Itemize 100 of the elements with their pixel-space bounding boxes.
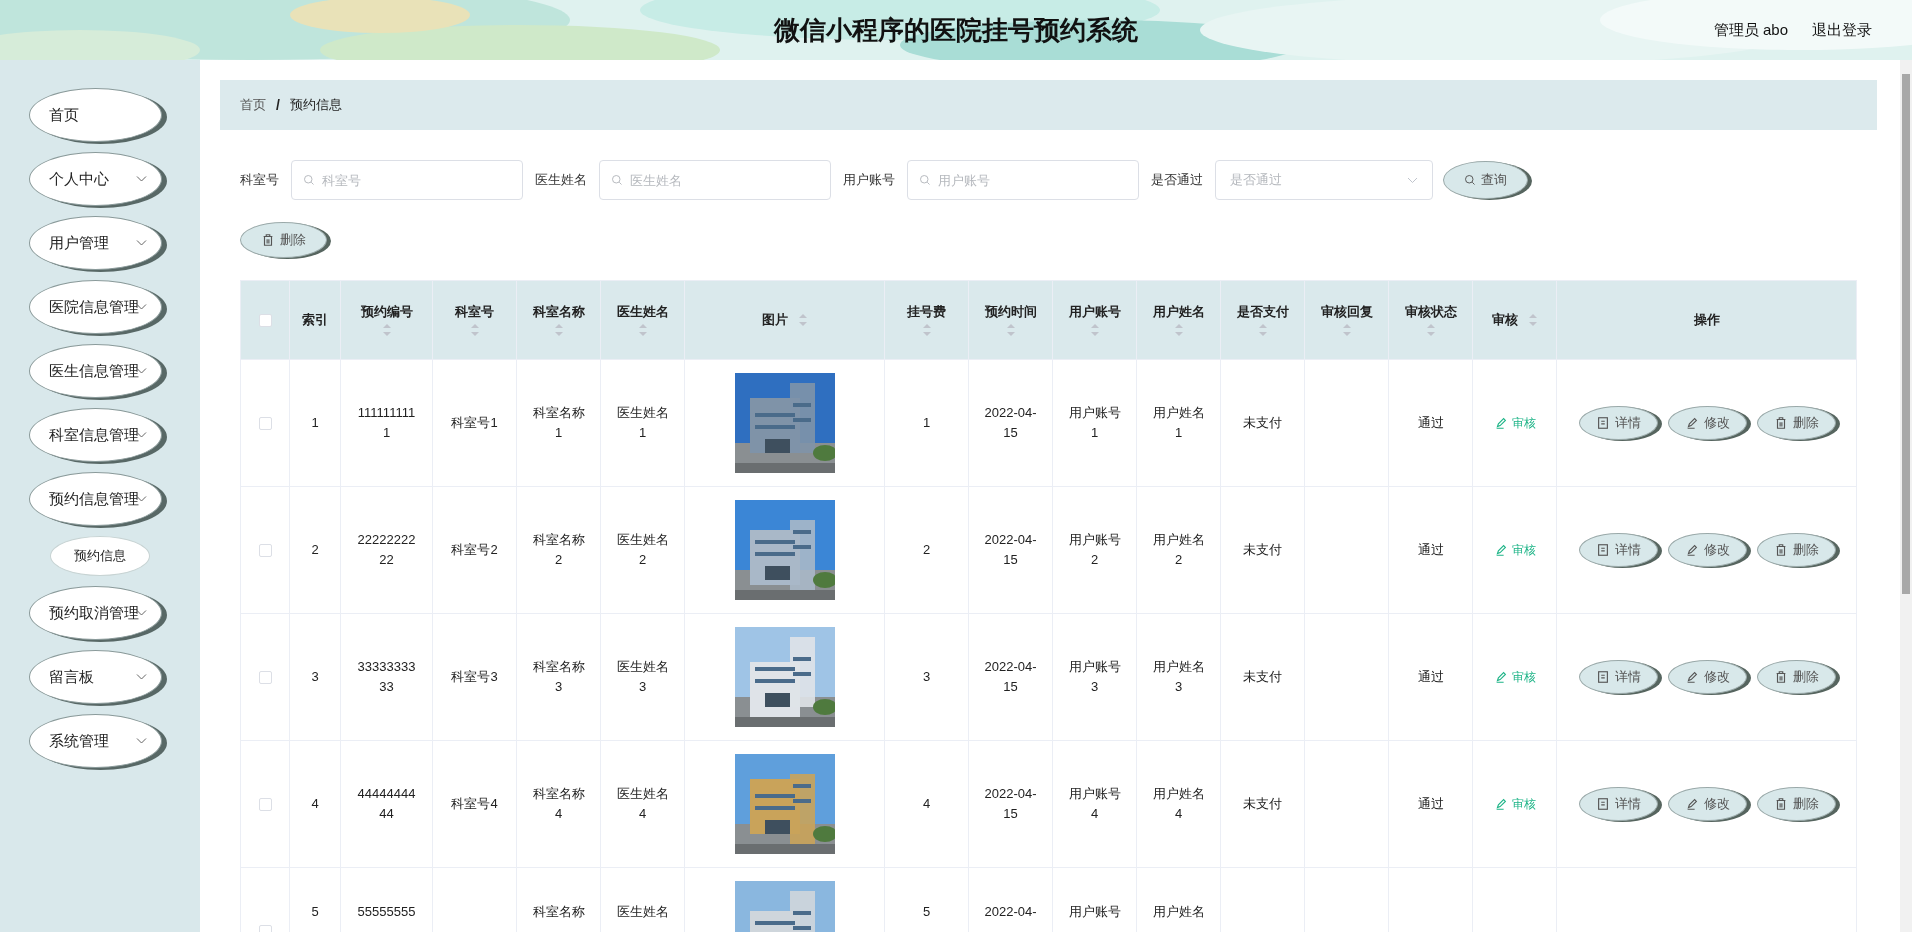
table-cell-text: 用户账号	[1068, 903, 1121, 921]
delete-button[interactable]: 删除	[240, 222, 327, 258]
pencil-icon	[1684, 416, 1699, 430]
breadcrumb-link[interactable]: 预约信息	[289, 96, 342, 114]
table-cell-text: 科室号1	[451, 414, 498, 432]
table-cell-text: 用户姓名	[1152, 903, 1205, 921]
table-cell-text: 医生姓名2	[615, 531, 670, 569]
delete-button[interactable]: 删除	[1756, 533, 1836, 567]
table-cell-text: 用户账号1	[1067, 404, 1122, 442]
table-cell-text: 2222222222	[356, 531, 417, 569]
select-all-checkbox[interactable]	[258, 313, 272, 327]
sort-icon[interactable]	[1527, 313, 1538, 327]
column-header: 索引	[302, 311, 328, 329]
table-cell-text: 未支付	[1243, 795, 1282, 813]
app-title: 微信小程序的医院挂号预约系统	[774, 13, 1138, 47]
table-cell-text: 通过	[1417, 795, 1444, 813]
pencil-icon	[1684, 797, 1699, 811]
table-cell-text: 2022-04-15	[983, 531, 1038, 569]
table-cell-text: 科室名称2	[531, 531, 586, 569]
column-header: 审核回复	[1320, 303, 1373, 321]
submenu-item[interactable]: 预约信息	[50, 536, 150, 576]
sort-icon[interactable]	[921, 323, 932, 337]
sort-icon[interactable]	[1257, 323, 1268, 337]
delete-button[interactable]: 删除	[1756, 406, 1836, 440]
document-icon	[1595, 543, 1610, 557]
chevron-icon	[136, 673, 147, 681]
pencil-icon	[1684, 670, 1699, 684]
chevron-icon	[136, 737, 147, 745]
sort-icon[interactable]	[797, 313, 808, 327]
table-cell-text: 未支付	[1243, 668, 1282, 686]
pencil-icon	[1493, 543, 1508, 557]
scrollbar[interactable]	[1900, 60, 1912, 932]
search-button[interactable]: 查询	[1443, 161, 1528, 199]
sort-icon[interactable]	[469, 323, 480, 337]
table-cell-text: 通过	[1417, 414, 1444, 432]
table-cell-text: 3333333333	[356, 658, 417, 696]
delete-button[interactable]: 删除	[1756, 660, 1836, 694]
sort-icon[interactable]	[1089, 323, 1100, 337]
table-cell-text: 医生姓名3	[615, 658, 670, 696]
column-header: 科室名称	[532, 303, 585, 321]
table-cell-text: 未支付	[1243, 414, 1282, 432]
chevron-icon	[136, 239, 147, 247]
sort-icon[interactable]	[637, 323, 648, 337]
column-header: 医生姓名	[616, 303, 669, 321]
pencil-icon	[1493, 416, 1508, 430]
table-cell-text: 2022-04-	[984, 903, 1037, 921]
edit-button[interactable]: 修改	[1667, 787, 1747, 821]
logout-link[interactable]: 退出登录	[1812, 20, 1872, 40]
column-header: 操作	[1694, 311, 1720, 329]
sort-icon[interactable]	[1173, 323, 1184, 337]
row-checkbox[interactable]	[258, 543, 272, 557]
sort-icon[interactable]	[1425, 323, 1436, 337]
table-cell-text: 用户账号4	[1067, 785, 1122, 823]
search-icon	[919, 174, 931, 186]
trash-icon	[261, 233, 275, 247]
table-cell-text: 科室号4	[451, 795, 498, 813]
table-cell-text: 科室名称4	[531, 785, 586, 823]
filter-label: 是否通过	[1151, 171, 1203, 189]
filter-label: 用户账号	[843, 171, 895, 189]
sort-icon[interactable]	[381, 323, 392, 337]
delete-button[interactable]: 删除	[1756, 787, 1836, 821]
detail-button[interactable]: 详情	[1578, 787, 1658, 821]
table-cell-text: 用户姓名4	[1151, 785, 1206, 823]
row-checkbox[interactable]	[258, 670, 272, 684]
sort-icon[interactable]	[1341, 323, 1352, 337]
edit-button[interactable]: 修改	[1667, 533, 1747, 567]
table-cell-text: 2022-04-15	[983, 404, 1038, 442]
table-cell-text: 科室名称	[532, 903, 585, 921]
table-cell-text: 2	[311, 541, 319, 559]
pencil-icon	[1684, 543, 1699, 557]
pencil-icon	[1493, 797, 1508, 811]
breadcrumb-link[interactable]: 首页	[240, 96, 266, 114]
search-field[interactable]: 科室号	[291, 160, 523, 200]
detail-button[interactable]: 详情	[1578, 660, 1658, 694]
table-cell-text: 1111111111	[356, 404, 417, 442]
table-cell-text: 1	[922, 414, 931, 432]
search-field[interactable]: 用户账号	[907, 160, 1139, 200]
table-cell-text: 4	[922, 795, 931, 813]
edit-button[interactable]: 修改	[1667, 406, 1747, 440]
table-cell-text: 用户账号3	[1067, 658, 1122, 696]
search-icon	[611, 174, 623, 186]
table-cell-text: 3	[311, 668, 319, 686]
edit-button[interactable]: 修改	[1667, 660, 1747, 694]
chevron-icon	[136, 175, 147, 183]
table-cell-text: 科室名称1	[531, 404, 586, 442]
column-header: 预约时间	[984, 303, 1037, 321]
table-cell-text: 医生姓名4	[615, 785, 670, 823]
table-cell-text: 3	[922, 668, 931, 686]
row-checkbox[interactable]	[258, 416, 272, 430]
sort-icon[interactable]	[553, 323, 564, 337]
column-header: 审核状态	[1404, 303, 1457, 321]
detail-button[interactable]: 详情	[1578, 406, 1658, 440]
filter-label: 科室号	[240, 171, 279, 189]
filter-label: 医生姓名	[535, 171, 587, 189]
column-header: 审核	[1491, 311, 1518, 329]
detail-button[interactable]: 详情	[1578, 533, 1658, 567]
chevron-icon	[1407, 176, 1418, 184]
search-field[interactable]: 医生姓名	[599, 160, 831, 200]
row-checkbox[interactable]	[258, 797, 272, 811]
sort-icon[interactable]	[1005, 323, 1016, 337]
